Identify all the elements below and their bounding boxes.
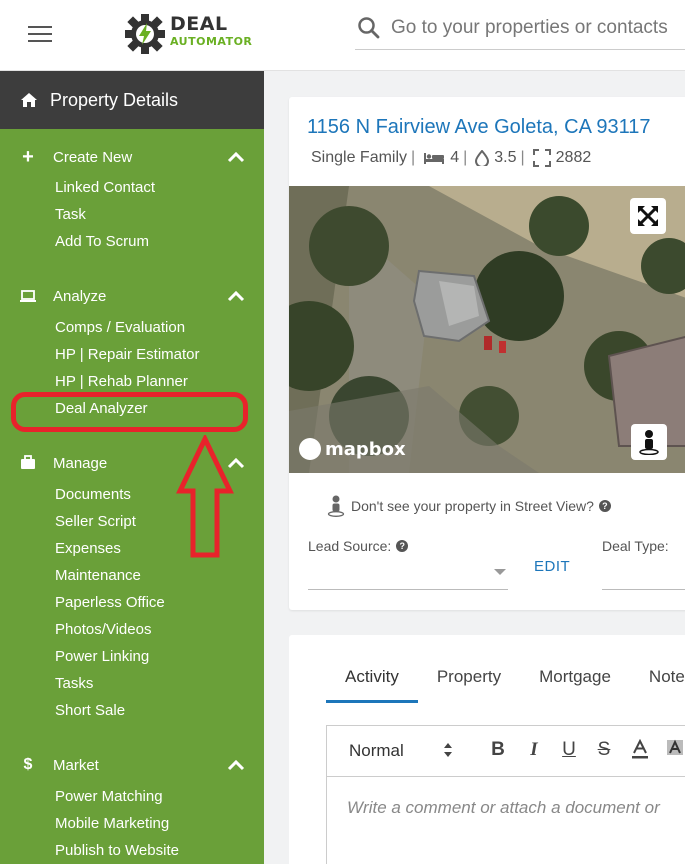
expand-sqft-icon bbox=[532, 149, 551, 167]
deal-type-label: Deal Type: bbox=[602, 538, 669, 554]
mapbox-logo-icon bbox=[299, 438, 321, 460]
lead-source-text: Lead Source: bbox=[308, 538, 392, 554]
street-view-pegman-icon[interactable] bbox=[631, 424, 667, 460]
bold-icon[interactable]: B bbox=[487, 739, 509, 761]
plus-icon: + bbox=[22, 145, 34, 168]
tab-notes[interactable]: Notes bbox=[630, 661, 685, 703]
divider: | bbox=[411, 149, 416, 166]
top-bar: DEAL AUTOMATOR bbox=[0, 0, 685, 71]
section-header-create-new[interactable]: + Create New bbox=[0, 144, 264, 170]
fullscreen-icon[interactable] bbox=[630, 198, 666, 234]
sidebar-title: Property Details bbox=[50, 89, 179, 110]
sidebar-header[interactable]: Property Details bbox=[0, 71, 264, 129]
property-address[interactable]: 1156 N Fairview Ave Goleta, CA 93117 bbox=[307, 116, 651, 139]
divider: | bbox=[463, 149, 468, 166]
sidebar-item-task[interactable]: Task bbox=[55, 201, 155, 228]
up-down-caret-icon bbox=[444, 743, 452, 757]
sidebar-item-repair-estimator[interactable]: HP | Repair Estimator bbox=[55, 341, 200, 368]
home-icon bbox=[21, 93, 37, 107]
lead-source-select[interactable] bbox=[308, 557, 508, 590]
sidebar-item-photos-videos[interactable]: Photos/Videos bbox=[55, 616, 165, 643]
section-header-market[interactable]: $ Market bbox=[0, 752, 264, 778]
divider: | bbox=[520, 149, 525, 166]
property-card: 1156 N Fairview Ave Goleta, CA 93117 Sin… bbox=[289, 97, 685, 610]
sidebar-item-tasks[interactable]: Tasks bbox=[55, 670, 165, 697]
property-type: Single Family bbox=[311, 149, 408, 166]
deal-type-select[interactable] bbox=[602, 557, 685, 590]
sidebar-item-publish-to-website[interactable]: Publish to Website bbox=[55, 837, 179, 864]
logo-text-deal: DEAL bbox=[170, 13, 228, 35]
street-view-text: Don't see your property in Street View? bbox=[351, 498, 594, 514]
sidebar-item-power-matching[interactable]: Power Matching bbox=[55, 783, 179, 810]
section-create-new: + Create New Linked Contact Task Add To … bbox=[0, 144, 264, 250]
property-sqft: 2882 bbox=[555, 149, 592, 166]
deal-analyzer-highlight bbox=[11, 392, 248, 432]
activity-tabs: Activity Property Mortgage Notes bbox=[326, 661, 685, 703]
search-bar bbox=[355, 8, 685, 50]
chevron-up-icon[interactable] bbox=[227, 290, 245, 302]
sidebar-item-linked-contact[interactable]: Linked Contact bbox=[55, 174, 155, 201]
mapbox-text: mapbox bbox=[325, 438, 406, 460]
tab-mortgage[interactable]: Mortgage bbox=[520, 661, 630, 703]
logo-text-automator: AUTOMATOR bbox=[170, 35, 253, 48]
section-header-analyze[interactable]: Analyze bbox=[0, 283, 264, 309]
help-icon[interactable]: ? bbox=[598, 500, 611, 512]
sidebar-item-power-linking[interactable]: Power Linking bbox=[55, 643, 165, 670]
tab-activity[interactable]: Activity bbox=[326, 661, 418, 703]
aerial-image bbox=[289, 186, 685, 473]
dollar-icon: $ bbox=[23, 756, 33, 773]
deal-automator-logo[interactable]: DEAL AUTOMATOR bbox=[124, 13, 264, 55]
sidebar-item-short-sale[interactable]: Short Sale bbox=[55, 697, 165, 724]
section-analyze: Analyze Comps / Evaluation HP | Repair E… bbox=[0, 283, 264, 417]
sidebar-item-seller-script[interactable]: Seller Script bbox=[55, 508, 165, 535]
search-input[interactable] bbox=[391, 12, 685, 44]
sidebar-item-maintenance[interactable]: Maintenance bbox=[55, 562, 165, 589]
dropdown-caret-icon bbox=[494, 569, 506, 575]
strikethrough-icon[interactable]: S bbox=[593, 739, 615, 761]
gear-bolt-icon bbox=[125, 14, 165, 54]
comment-input[interactable]: Write a comment or attach a document or bbox=[347, 798, 660, 818]
sidebar-item-expenses[interactable]: Expenses bbox=[55, 535, 165, 562]
sidebar-item-documents[interactable]: Documents bbox=[55, 481, 165, 508]
property-meta: Single Family | 4 | 3.5 | 2882 bbox=[311, 149, 591, 167]
bed-icon bbox=[424, 153, 445, 164]
edit-lead-source-button[interactable]: EDIT bbox=[534, 558, 570, 575]
underline-icon[interactable]: U bbox=[558, 739, 580, 761]
section-label: Market bbox=[53, 756, 99, 774]
property-baths: 3.5 bbox=[494, 149, 517, 166]
italic-icon[interactable]: I bbox=[523, 739, 545, 761]
sidebar-item-add-to-scrum[interactable]: Add To Scrum bbox=[55, 228, 155, 255]
hamburger-menu-icon[interactable] bbox=[28, 26, 52, 44]
help-icon[interactable]: ? bbox=[396, 540, 409, 552]
format-select[interactable]: Normal bbox=[349, 741, 404, 761]
sidebar-item-mobile-marketing[interactable]: Mobile Marketing bbox=[55, 810, 179, 837]
street-view-note[interactable]: Don't see your property in Street View? … bbox=[327, 495, 611, 517]
highlight-color-icon[interactable] bbox=[664, 739, 685, 761]
sidebar-item-rehab-planner[interactable]: HP | Rehab Planner bbox=[55, 368, 200, 395]
red-arrow-icon bbox=[176, 435, 234, 558]
section-market: $ Market Power Matching Mobile Marketing… bbox=[0, 752, 264, 859]
editor-toolbar: Normal B I U S bbox=[327, 726, 685, 777]
lead-source-label: Lead Source: ? bbox=[308, 538, 409, 554]
laptop-icon bbox=[20, 290, 36, 302]
satellite-map[interactable]: mapbox bbox=[289, 186, 685, 473]
tab-property[interactable]: Property bbox=[418, 661, 520, 703]
sidebar-item-comps-evaluation[interactable]: Comps / Evaluation bbox=[55, 314, 200, 341]
section-label: Manage bbox=[53, 454, 108, 472]
comment-editor: Normal B I U S Write a comment or attach… bbox=[326, 725, 685, 864]
chevron-up-icon[interactable] bbox=[227, 151, 245, 163]
property-beds: 4 bbox=[450, 149, 460, 166]
sidebar-item-paperless-office[interactable]: Paperless Office bbox=[55, 589, 165, 616]
water-drop-icon bbox=[475, 150, 490, 166]
section-label: Create New bbox=[53, 148, 133, 166]
text-color-icon[interactable] bbox=[629, 738, 651, 761]
briefcase-icon bbox=[21, 455, 35, 469]
activity-card: Activity Property Mortgage Notes Normal … bbox=[289, 635, 685, 864]
section-label: Analyze bbox=[53, 287, 107, 305]
chevron-up-icon[interactable] bbox=[227, 759, 245, 771]
mapbox-attribution[interactable]: mapbox bbox=[299, 438, 406, 460]
search-icon[interactable] bbox=[357, 16, 381, 40]
pegman-icon bbox=[327, 495, 345, 517]
